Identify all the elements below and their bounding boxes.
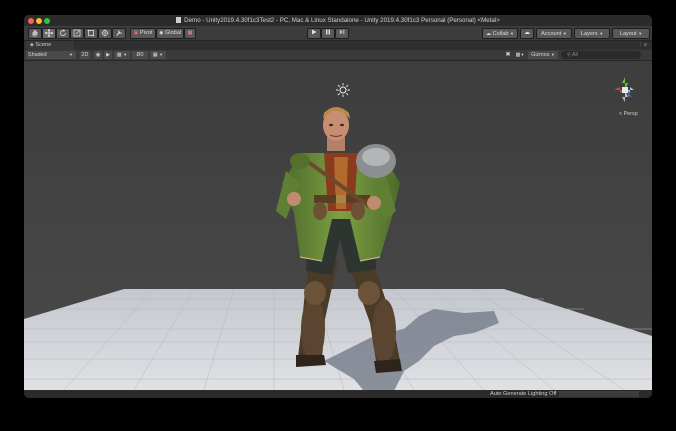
search-icon: ⚲ [567, 52, 571, 58]
global-label: Global [164, 30, 182, 36]
layout-dropdown[interactable]: Layout ▼ [612, 28, 650, 39]
title-bar: Demo - Unity2019.4.30f1c3Test2 - PC, Mac… [24, 15, 652, 26]
camera-dropdown[interactable]: ▩▼ [514, 51, 526, 59]
grid-snap-button[interactable]: ▦ [184, 28, 196, 39]
2d-mode-toggle[interactable]: 2D [80, 51, 90, 59]
status-bar: Auto Generate Lighting Off [24, 390, 652, 398]
progress-bar [559, 391, 639, 397]
layers-dropdown[interactable]: Layers ▼ [574, 28, 610, 39]
minimize-window-button[interactable] [36, 18, 42, 24]
move-arrows-icon [44, 28, 54, 38]
rotate-tool-button[interactable] [56, 28, 70, 39]
pivot-icon: ▣ [133, 30, 139, 36]
axis-cone-icon [614, 77, 634, 102]
effects-icon: ▩ [116, 52, 122, 58]
hand-tool-button[interactable] [28, 28, 42, 39]
scale-icon [73, 29, 81, 37]
hidden-objects-toggle[interactable]: Ø0 [132, 51, 148, 59]
play-icon [312, 29, 317, 35]
globe-icon: ◉ [158, 30, 164, 36]
rect-tool-button[interactable] [84, 28, 98, 39]
step-icon [339, 29, 345, 35]
chevron-down-icon: ▼ [159, 52, 164, 57]
scene-viewport[interactable]: < Persp [24, 61, 652, 390]
rotate-icon [60, 29, 66, 36]
hidden-count: 0 [140, 52, 144, 58]
scene-search-input[interactable]: ⚲ All [561, 51, 641, 59]
cloud-services-button[interactable]: ☁ [520, 28, 534, 39]
pivot-label: Pivot [139, 30, 153, 36]
collab-dropdown[interactable]: ☁ Collab ▼ [482, 28, 518, 39]
step-button[interactable] [335, 28, 349, 39]
chevron-down-icon: ▼ [638, 31, 643, 36]
account-label: Account [541, 31, 562, 37]
layers-label: Layers [580, 31, 598, 37]
scene-tab-strip: ◈ Scene ⋮≡ [24, 41, 652, 50]
pause-icon [326, 29, 330, 35]
grid-dropdown[interactable]: ▦ ▼ [150, 51, 166, 59]
chevron-down-icon: ▼ [599, 31, 604, 36]
tab-scene[interactable]: ◈ Scene [26, 41, 74, 50]
document-icon [176, 17, 182, 23]
main-toolbar: ▣ Pivot ◉ Global ▦ ☁ Collab ▼ ☁ Account … [24, 26, 652, 41]
cloud-icon: ☁ [524, 30, 530, 36]
scale-tool-button[interactable] [70, 28, 84, 39]
speaker-icon: ▶ [106, 52, 110, 58]
grid-snap-icon: ▦ [187, 30, 193, 36]
tab-menu-icon[interactable]: ⋮≡ [638, 41, 647, 50]
orientation-gizmo[interactable] [610, 75, 640, 105]
collab-label: Collab [492, 31, 509, 37]
audio-toggle[interactable]: ▶ [104, 51, 112, 59]
chevron-down-icon: ▼ [510, 31, 514, 36]
2d-mode-label: 2D [81, 52, 89, 58]
pause-button[interactable] [321, 28, 335, 39]
layout-label: Layout [619, 31, 637, 37]
scene-icon: ◈ [30, 42, 34, 48]
collab-icon: ☁ [486, 31, 492, 37]
window-title: Demo - Unity2019.4.30f1c3Test2 - PC, Mac… [184, 17, 500, 24]
pivot-toggle-button[interactable]: ▣ Pivot [130, 28, 156, 39]
chevron-down-icon: ▼ [550, 52, 555, 57]
ground-plane [24, 288, 652, 390]
directional-light-gizmo[interactable] [336, 83, 350, 97]
shading-mode-value: Shaded [28, 52, 47, 58]
gizmos-dropdown[interactable]: Gizmos ▼ [528, 51, 558, 59]
chevron-down-icon: ▼ [562, 31, 567, 36]
crossed-tools-icon: ✖ [505, 52, 511, 58]
hand-icon [32, 30, 38, 37]
play-button[interactable] [307, 28, 321, 39]
unity-editor-window: Demo - Unity2019.4.30f1c3Test2 - PC, Mac… [24, 15, 652, 398]
grid-icon: ▦ [152, 52, 158, 58]
scene-tab-label: Scene [35, 42, 52, 48]
lighting-status-text: Auto Generate Lighting Off [490, 391, 557, 397]
scene-view-toolbar: Shaded ▼ 2D ◉ ▶ ▩ ▼ Ø0 ▦ ▼ ✖ ▩▼ Gizmos ▼ [24, 50, 652, 61]
chevron-down-icon: ▼ [69, 52, 73, 57]
move-tool-button[interactable] [42, 28, 56, 39]
gizmos-label: Gizmos [531, 52, 550, 58]
lighting-toggle[interactable]: ◉ [94, 51, 102, 59]
zoom-window-button[interactable] [44, 18, 50, 24]
transform-icon [101, 29, 109, 37]
rect-tool-icon [87, 29, 95, 37]
shading-mode-dropdown[interactable]: Shaded ▼ [26, 51, 76, 59]
effects-dropdown[interactable]: ▩ ▼ [114, 51, 130, 59]
search-placeholder: All [571, 52, 578, 58]
tools-toggle[interactable]: ✖ [504, 51, 512, 59]
chevron-down-icon: ▼ [123, 52, 128, 57]
global-toggle-button[interactable]: ◉ Global [156, 28, 184, 39]
wrench-icon [116, 30, 122, 36]
scene-render [24, 83, 652, 390]
transform-tool-button[interactable] [98, 28, 112, 39]
lightbulb-icon: ◉ [95, 52, 101, 58]
custom-tool-button[interactable] [112, 28, 126, 39]
close-window-button[interactable] [28, 18, 34, 24]
projection-label[interactable]: < Persp [619, 111, 638, 117]
account-dropdown[interactable]: Account ▼ [536, 28, 572, 39]
chevron-down-icon: ▼ [520, 52, 525, 57]
